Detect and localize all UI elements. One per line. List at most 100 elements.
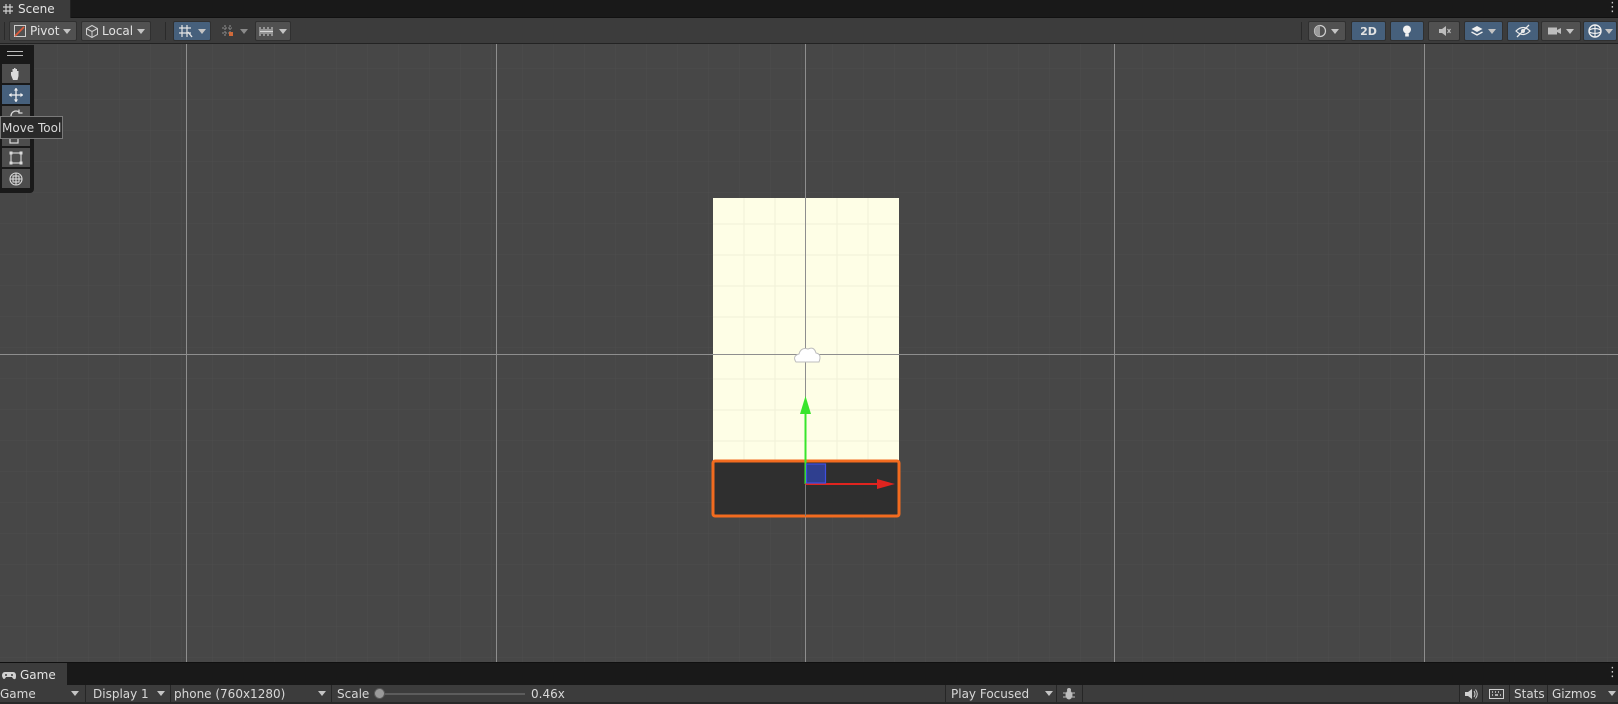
light-bulb-icon xyxy=(1400,24,1414,38)
xy-plane-handle[interactable] xyxy=(805,463,827,484)
chevron-down-icon xyxy=(318,691,326,696)
scale-slider-track[interactable] xyxy=(380,693,525,695)
chevron-down-icon xyxy=(1045,691,1053,696)
tab-scene-label: Scene xyxy=(18,2,55,16)
chevron-down-icon xyxy=(1566,28,1574,34)
increment-snap-toggle[interactable] xyxy=(216,21,252,41)
chevron-down-icon xyxy=(137,28,146,34)
gamepad-icon xyxy=(2,669,16,681)
toolbar-separator xyxy=(945,685,946,702)
scale-label: Scale xyxy=(337,686,370,701)
chevron-down-icon xyxy=(1605,28,1613,34)
draw-mode-dropdown[interactable] xyxy=(1308,21,1346,41)
scene-toolbar: Pivot Local 2D xyxy=(0,18,1618,44)
mute-audio-toggle[interactable] xyxy=(1464,685,1478,702)
toolbar-separator xyxy=(1056,685,1057,702)
chevron-down-icon xyxy=(63,28,72,34)
grid-snap-icon xyxy=(178,24,194,38)
resolution-select[interactable]: phone (760x1280) xyxy=(174,685,329,702)
toolbar-separator xyxy=(165,22,166,40)
resolution-label: phone (760x1280) xyxy=(174,686,286,701)
grid-snapping-toggle[interactable] xyxy=(173,21,211,41)
layers-icon xyxy=(1470,24,1484,38)
game-view-label: Game xyxy=(0,686,36,701)
bug-icon xyxy=(1062,687,1076,701)
toolbar-separator xyxy=(1509,685,1510,702)
scene-visibility-toggle[interactable] xyxy=(1507,21,1539,41)
toolbar-separator xyxy=(1082,685,1083,702)
display-label: Display 1 xyxy=(93,686,149,701)
scene-tab-bar: Scene ⋮ xyxy=(0,0,1618,18)
orbit-gizmo-icon xyxy=(1587,23,1603,39)
camera-dropdown[interactable] xyxy=(1541,21,1581,41)
move-arrows-icon xyxy=(8,87,24,103)
rect-transform-icon xyxy=(8,150,24,166)
hand-icon xyxy=(8,66,24,82)
shading-sphere-icon xyxy=(1313,24,1327,38)
pivot-label: Pivot xyxy=(30,24,60,38)
chevron-down-icon xyxy=(240,28,248,34)
overlay-drag-handle[interactable] xyxy=(7,51,23,56)
transform-tool-button[interactable] xyxy=(2,169,30,188)
audio-toggle[interactable] xyxy=(1428,21,1460,41)
game-tab-bar: Game ⋮ xyxy=(0,662,1618,686)
toolbar-separator xyxy=(85,685,86,702)
shortcuts-toggle[interactable] xyxy=(1489,685,1504,702)
speaker-icon xyxy=(1464,687,1478,701)
tooltip-text: Move Tool xyxy=(2,120,62,135)
stats-label: Stats xyxy=(1514,686,1545,701)
tab-game-label: Game xyxy=(20,667,56,682)
chevron-down-icon xyxy=(1608,691,1616,696)
game-more-icon[interactable]: ⋮ xyxy=(1606,666,1618,682)
keyboard-icon xyxy=(1489,688,1504,700)
move-tool-button[interactable] xyxy=(2,85,30,104)
tab-game[interactable]: Game xyxy=(0,663,67,686)
effects-dropdown[interactable] xyxy=(1464,21,1503,41)
play-mode-label: Play Focused xyxy=(951,686,1030,701)
pivot-dropdown[interactable]: Pivot xyxy=(9,21,77,41)
scale-slider-knob[interactable] xyxy=(374,688,385,699)
transform-icon xyxy=(8,171,24,187)
game-view-select[interactable]: Game xyxy=(0,685,82,702)
gizmos-toggle[interactable]: Gizmos xyxy=(1552,685,1618,702)
chevron-down-icon xyxy=(157,691,165,696)
toolbar-separator xyxy=(170,685,171,702)
ruler-toggle[interactable] xyxy=(255,21,291,41)
cube-icon xyxy=(85,24,99,39)
gizmos-dropdown[interactable] xyxy=(1583,21,1617,41)
play-mode-select[interactable]: Play Focused xyxy=(951,685,1054,702)
2d-mode-toggle[interactable]: 2D xyxy=(1351,21,1386,41)
rect-tool-button[interactable] xyxy=(2,148,30,167)
scale-value: 0.46x xyxy=(531,686,565,701)
toolbar-separator xyxy=(4,22,5,40)
toolbar-separator xyxy=(1301,22,1302,40)
game-toolbar: Game Display 1 phone (760x1280) Scale 0.… xyxy=(0,685,1618,702)
toolbar-separator xyxy=(1482,685,1483,702)
grid-icon xyxy=(2,3,14,15)
pivot-icon xyxy=(13,24,27,38)
scene-canvas xyxy=(0,44,1618,662)
toolbar-separator xyxy=(331,685,332,702)
toolbar-separator xyxy=(1547,685,1548,702)
stats-button[interactable]: Stats xyxy=(1514,685,1545,702)
speaker-muted-icon xyxy=(1437,24,1451,38)
chevron-down-icon xyxy=(279,28,287,34)
chevron-down-icon xyxy=(198,28,206,34)
hand-tool-button[interactable] xyxy=(2,64,30,83)
gizmos-label: Gizmos xyxy=(1552,686,1597,701)
2d-label: 2D xyxy=(1360,24,1377,38)
increment-snap-icon xyxy=(220,24,236,38)
debug-toggle[interactable] xyxy=(1062,685,1076,702)
scene-more-icon[interactable]: ⋮ xyxy=(1606,1,1618,17)
lighting-toggle[interactable] xyxy=(1390,21,1424,41)
display-select[interactable]: Display 1 xyxy=(93,685,168,702)
ruler-icon xyxy=(259,24,275,38)
hidden-eye-icon xyxy=(1515,24,1531,38)
scene-viewport[interactable] xyxy=(0,44,1618,662)
local-dropdown[interactable]: Local xyxy=(81,21,151,41)
chevron-down-icon xyxy=(1488,28,1496,34)
chevron-down-icon xyxy=(71,691,79,696)
toolbar-separator xyxy=(1459,685,1460,702)
tooltip: Move Tool xyxy=(0,116,63,139)
tab-scene[interactable]: Scene xyxy=(0,0,71,18)
